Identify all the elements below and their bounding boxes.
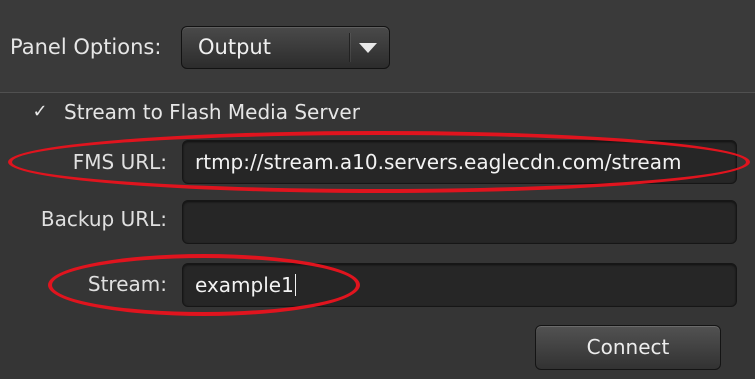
backup-url-label: Backup URL: xyxy=(40,207,167,231)
panel-options-label: Panel Options: xyxy=(10,35,162,59)
panel-options-dropdown[interactable]: Output xyxy=(181,26,390,69)
panel-options-value: Output xyxy=(198,35,271,59)
stream-to-fms-label[interactable]: Stream to Flash Media Server xyxy=(64,97,360,127)
text-cursor xyxy=(294,274,296,296)
chevron-down-icon xyxy=(359,43,377,53)
encoder-panel: Panel Options: Output ✓ Stream to Flash … xyxy=(0,0,755,379)
fms-url-label: FMS URL: xyxy=(72,150,167,174)
stream-field[interactable]: example1 xyxy=(182,263,737,307)
dropdown-divider xyxy=(349,33,350,62)
fms-url-field[interactable]: rtmp://stream.a10.servers.eaglecdn.com/s… xyxy=(182,140,737,184)
checkmark-icon[interactable]: ✓ xyxy=(30,97,50,127)
connect-button[interactable]: Connect xyxy=(535,325,721,370)
stream-value: example1 xyxy=(195,273,294,297)
stream-label: Stream: xyxy=(87,272,167,296)
backup-url-field[interactable] xyxy=(182,200,737,244)
fms-url-value: rtmp://stream.a10.servers.eaglecdn.com/s… xyxy=(195,150,682,174)
panel-options-row: Panel Options: Output xyxy=(0,0,755,92)
